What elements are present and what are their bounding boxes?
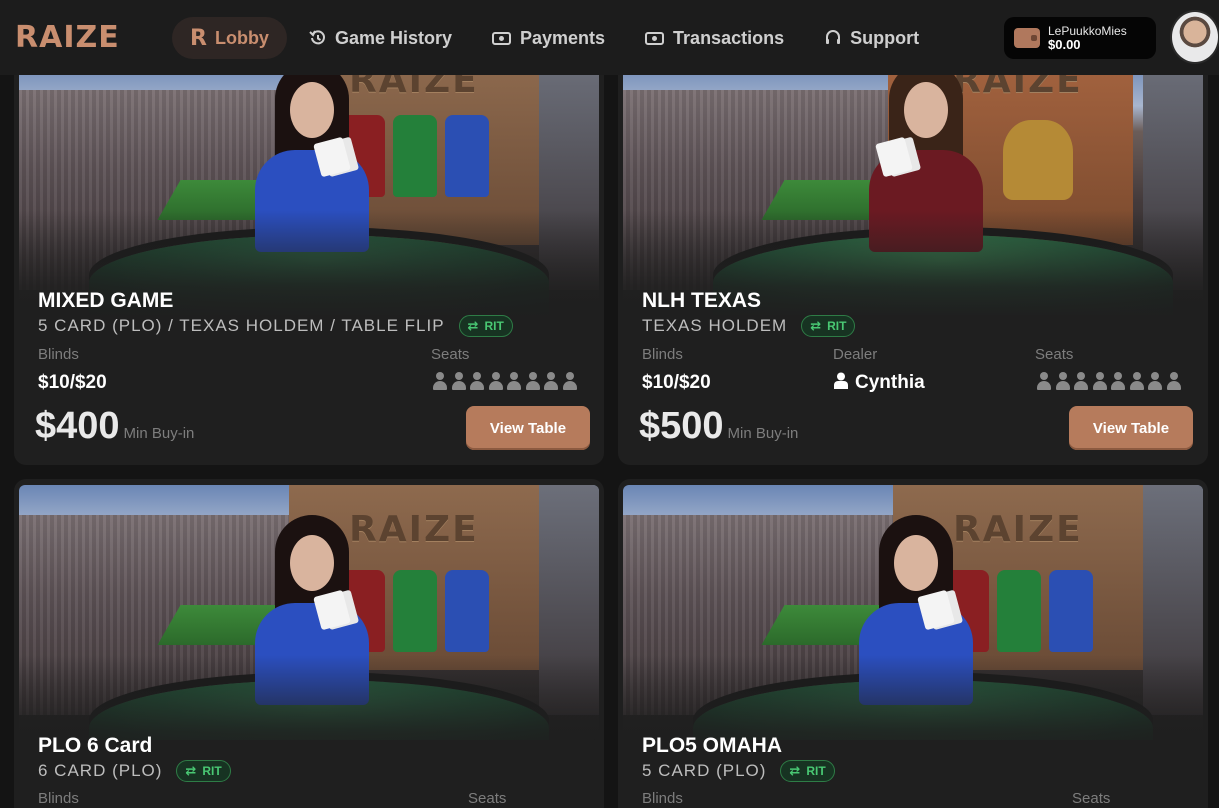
dealer-name: Cynthia bbox=[833, 372, 925, 394]
table-thumbnail: RAIZE bbox=[623, 60, 1203, 315]
view-table-button[interactable]: View Table bbox=[1069, 406, 1193, 450]
blinds-label: Blinds bbox=[642, 790, 683, 807]
seat-icon bbox=[1147, 372, 1163, 390]
seat-icon bbox=[1166, 372, 1182, 390]
seats-label: Seats bbox=[468, 790, 507, 807]
seat-icon bbox=[1036, 372, 1052, 390]
min-buyin-label: Min Buy-in bbox=[727, 425, 799, 442]
min-buyin: $500 Min Buy-in bbox=[639, 405, 798, 448]
view-table-button[interactable]: View Table bbox=[466, 406, 590, 450]
cash-icon bbox=[645, 30, 665, 46]
seat-icon bbox=[1129, 372, 1145, 390]
blinds-label: Blinds bbox=[38, 346, 79, 363]
game-variant: 6 CARD (PLO) bbox=[38, 761, 163, 780]
rit-badge: ⇄ RIT bbox=[176, 760, 231, 782]
seat-icon bbox=[543, 372, 559, 390]
loop-icon: ⇄ bbox=[185, 763, 197, 778]
game-variant: TEXAS HOLDEM bbox=[642, 316, 788, 335]
cash-icon bbox=[492, 30, 512, 46]
wallet-balance: $0.00 bbox=[1048, 37, 1081, 52]
rit-badge: ⇄ RIT bbox=[458, 315, 513, 337]
seat-icon bbox=[562, 372, 578, 390]
seat-icon bbox=[506, 372, 522, 390]
table-card[interactable]: RAIZE MIXED GAME 5 CARD (PLO) / TEXAS HO… bbox=[14, 60, 604, 465]
loop-icon: ⇄ bbox=[789, 763, 801, 778]
seats-label: Seats bbox=[431, 346, 470, 363]
seat-icon bbox=[432, 372, 448, 390]
game-subtitle-row: 6 CARD (PLO) ⇄ RIT bbox=[38, 760, 231, 782]
nav-label: Game History bbox=[334, 27, 452, 48]
rit-label: RIT bbox=[806, 764, 826, 778]
nav-label: Lobby bbox=[214, 27, 269, 48]
loop-icon: ⇄ bbox=[467, 318, 479, 333]
wallet-button[interactable]: LePuukkoMies $0.00 bbox=[1004, 17, 1156, 59]
main-nav: R Lobby Game History Payments Transactio… bbox=[172, 17, 941, 59]
seats-label: Seats bbox=[1035, 346, 1074, 363]
rit-badge: ⇄ RIT bbox=[801, 315, 856, 337]
table-thumbnail: RAIZE bbox=[19, 485, 599, 740]
seat-icon bbox=[1092, 372, 1108, 390]
game-title: NLH TEXAS bbox=[642, 289, 762, 312]
seats-indicator bbox=[1036, 372, 1184, 390]
table-card[interactable]: RAIZE PLO 6 Card 6 CARD (PLO) ⇄ RIT Blind… bbox=[14, 479, 604, 808]
dealer-name-text: Cynthia bbox=[855, 372, 925, 393]
top-nav-bar: RAIZE R Lobby Game History Payments Tran… bbox=[0, 0, 1219, 75]
seats-label: Seats bbox=[1072, 790, 1111, 807]
table-card[interactable]: RAIZE NLH TEXAS TEXAS HOLDEM ⇄ RIT Blinds… bbox=[618, 60, 1208, 465]
wallet-username: LePuukkoMies bbox=[1048, 24, 1127, 38]
game-title: PLO 6 Card bbox=[38, 734, 153, 757]
rit-label: RIT bbox=[202, 764, 222, 778]
person-icon bbox=[833, 372, 849, 394]
nav-label: Support bbox=[850, 27, 920, 48]
seat-icon bbox=[525, 372, 541, 390]
game-title: PLO5 OMAHA bbox=[642, 734, 783, 757]
seat-icon bbox=[469, 372, 485, 390]
headset-icon bbox=[824, 29, 842, 47]
nav-label: Transactions bbox=[673, 27, 785, 48]
min-buyin: $400 Min Buy-in bbox=[35, 405, 194, 448]
trophy bbox=[1003, 120, 1073, 200]
nav-item-lobby[interactable]: R Lobby bbox=[172, 17, 287, 59]
seat-icon bbox=[488, 372, 504, 390]
nav-item-transactions[interactable]: Transactions bbox=[627, 17, 802, 59]
dealer-label: Dealer bbox=[833, 346, 878, 363]
history-icon bbox=[309, 29, 327, 47]
game-subtitle-row: 5 CARD (PLO) ⇄ RIT bbox=[642, 760, 835, 782]
blinds-value: $10/$20 bbox=[38, 372, 107, 393]
blinds-label: Blinds bbox=[642, 346, 683, 363]
rit-label: RIT bbox=[484, 319, 504, 333]
blinds-label: Blinds bbox=[38, 790, 79, 807]
wallet-icon bbox=[1014, 28, 1040, 48]
seat-icon bbox=[1073, 372, 1089, 390]
rit-badge: ⇄ RIT bbox=[780, 760, 835, 782]
seat-icon bbox=[451, 372, 467, 390]
table-card[interactable]: RAIZE PLO5 OMAHA 5 CARD (PLO) ⇄ RIT Blind… bbox=[618, 479, 1208, 808]
table-thumbnail: RAIZE bbox=[623, 485, 1203, 740]
raize-logo[interactable]: RAIZE bbox=[15, 20, 120, 55]
avatar[interactable] bbox=[1170, 10, 1219, 64]
nav-label: Payments bbox=[520, 27, 606, 48]
game-subtitle-row: 5 CARD (PLO) / TEXAS HOLDEM / TABLE FLIP… bbox=[38, 315, 513, 337]
min-buyin-amount: $400 bbox=[35, 405, 120, 447]
seat-icon bbox=[1055, 372, 1071, 390]
nav-item-support[interactable]: Support bbox=[806, 17, 937, 59]
game-title: MIXED GAME bbox=[38, 289, 174, 312]
nav-item-payments[interactable]: Payments bbox=[474, 17, 623, 59]
loop-icon: ⇄ bbox=[810, 318, 822, 333]
game-variant: 5 CARD (PLO) bbox=[642, 761, 767, 780]
table-thumbnail: RAIZE bbox=[19, 60, 599, 315]
wallet-info: LePuukkoMies $0.00 bbox=[1048, 24, 1127, 52]
raize-r-icon: R bbox=[190, 25, 207, 51]
game-subtitle-row: TEXAS HOLDEM ⇄ RIT bbox=[642, 315, 856, 337]
seats-indicator bbox=[432, 372, 580, 390]
seat-icon bbox=[1110, 372, 1126, 390]
nav-item-game-history[interactable]: Game History bbox=[291, 17, 470, 59]
min-buyin-amount: $500 bbox=[639, 405, 724, 447]
rit-label: RIT bbox=[827, 319, 847, 333]
min-buyin-label: Min Buy-in bbox=[123, 425, 195, 442]
blinds-value: $10/$20 bbox=[642, 372, 711, 393]
game-variant: 5 CARD (PLO) / TEXAS HOLDEM / TABLE FLIP bbox=[38, 316, 445, 335]
